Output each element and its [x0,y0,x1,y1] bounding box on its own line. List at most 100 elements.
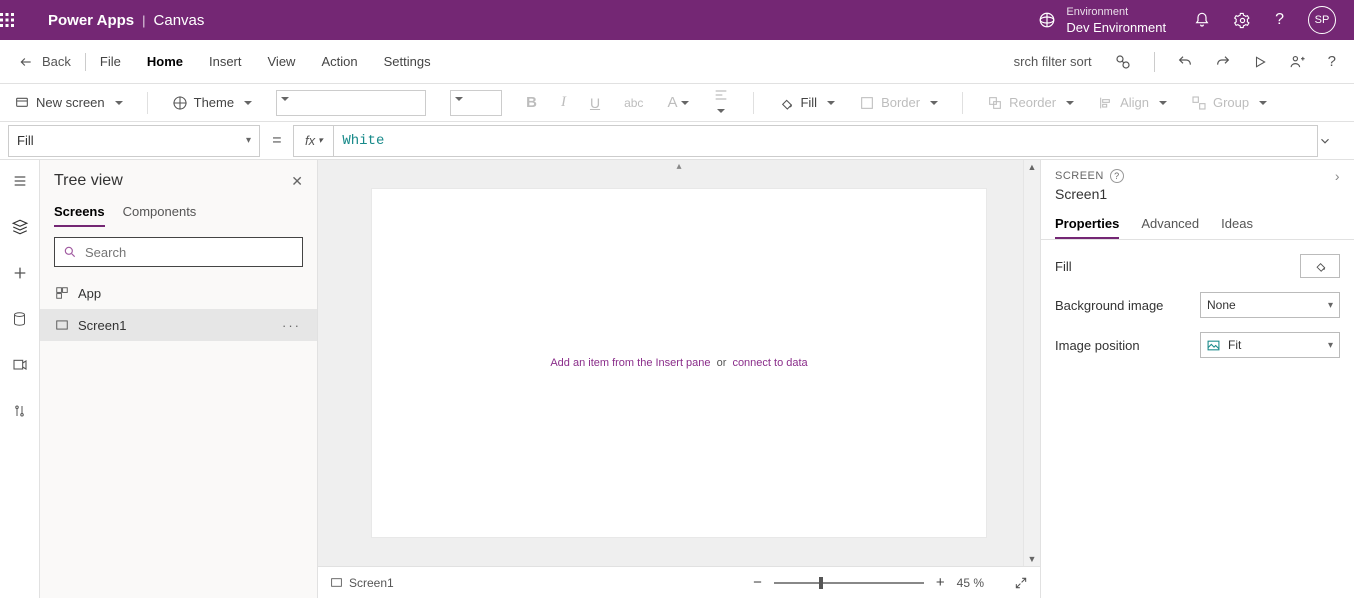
props-tab-advanced[interactable]: Advanced [1141,210,1199,239]
tree-search-input[interactable] [85,245,294,260]
formula-input[interactable] [333,125,1318,157]
props-tab-ideas[interactable]: Ideas [1221,210,1253,239]
property-selector-value: Fill [17,133,34,148]
rail-tools-icon[interactable] [11,402,29,420]
tree-search-box[interactable] [54,237,303,267]
menu-file[interactable]: File [100,54,121,69]
font-color-icon[interactable]: A [667,94,689,111]
rail-hamburger-icon[interactable] [11,172,29,190]
reorder-button[interactable]: Reorder [987,95,1074,111]
italic-icon[interactable]: I [561,94,566,111]
search-hint[interactable]: srch filter sort [1014,54,1092,69]
menu-view[interactable]: View [268,54,296,69]
tree-view-panel: Tree view ✕ Screens Components App Scree… [40,160,318,598]
reorder-label: Reorder [1009,95,1056,110]
canvas-hint-or: or [717,357,727,369]
rail-data-icon[interactable] [11,310,29,328]
popout-icon[interactable] [1014,576,1028,590]
underline-icon[interactable]: U [590,95,600,111]
menu-home[interactable]: Home [147,54,183,69]
scroll-down-icon[interactable]: ▼ [1028,554,1037,564]
border-button[interactable]: Border [859,95,938,111]
font-family-dropdown[interactable] [276,90,426,116]
left-rail [0,160,40,598]
environment-label: Environment [1066,5,1166,20]
tree-item-label: Screen1 [78,318,126,333]
undo-icon[interactable] [1177,54,1193,70]
prop-bg-image-value: None [1207,298,1236,312]
theme-button[interactable]: Theme [172,95,252,111]
tree-item-screen1[interactable]: Screen1 ··· [40,309,317,341]
canvas-connect-data-link[interactable]: connect to data [732,357,807,369]
rail-tree-view-icon[interactable] [11,218,29,236]
help-icon[interactable]: ? [1275,11,1284,29]
prop-fill-color-button[interactable] [1300,254,1340,278]
tree-item-app[interactable]: App [40,277,317,309]
tree-tab-screens[interactable]: Screens [54,204,105,227]
zoom-out-button[interactable]: − [753,574,762,591]
formula-expand-icon[interactable] [1318,134,1354,148]
preview-icon[interactable] [1253,55,1267,69]
tree-item-more-icon[interactable]: ··· [282,318,301,333]
back-button[interactable]: Back [18,54,71,69]
canvas-hint-pre: Add an item from the Insert pane [550,357,710,369]
canvas-area: ▴ Add an item from the Insert pane or co… [318,160,1040,598]
strikethrough-icon[interactable]: abc [624,96,643,110]
text-align-icon[interactable] [713,87,729,118]
share-icon[interactable] [1289,53,1306,70]
app-header: Power Apps | Canvas Environment Dev Envi… [0,0,1354,40]
app-launcher-icon[interactable] [0,13,48,27]
menu-action[interactable]: Action [321,54,357,69]
theme-icon [172,95,188,111]
new-screen-button[interactable]: New screen [14,95,123,111]
menu-insert[interactable]: Insert [209,54,242,69]
new-screen-label: New screen [36,95,105,110]
new-screen-icon [14,95,30,111]
rail-media-icon[interactable] [11,356,29,374]
props-collapse-icon[interactable]: › [1335,168,1340,184]
user-avatar[interactable]: SP [1308,6,1336,34]
reorder-icon [987,95,1003,111]
vertical-scrollbar[interactable]: ▲ ▼ [1023,160,1040,566]
chevron-down-icon: ▾ [1328,300,1333,311]
canvas-placeholder: Add an item from the Insert pane or conn… [550,357,807,369]
property-selector[interactable]: Fill ▾ [8,125,260,157]
help-small-icon[interactable]: ? [1328,53,1336,70]
fill-button[interactable]: Fill [778,95,835,111]
top-menu: Back File Home Insert View Action Settin… [0,40,1354,84]
canvas-collapse-icon[interactable]: ▴ [676,161,681,172]
environment-picker[interactable]: Environment Dev Environment [1038,5,1166,35]
group-button[interactable]: Group [1191,95,1267,111]
props-tab-properties[interactable]: Properties [1055,210,1119,239]
prop-image-position-dropdown[interactable]: Fit ▾ [1200,332,1340,358]
checker-icon[interactable] [1114,53,1132,71]
align-icon [1098,95,1114,111]
tree-view-title: Tree view [54,172,123,190]
prop-image-position-value: Fit [1228,338,1241,352]
settings-icon[interactable] [1234,12,1251,29]
equals-sign: = [272,132,281,150]
ribbon: New screen Theme B I U abc A Fill Border… [0,84,1354,122]
props-help-icon[interactable]: ? [1110,169,1124,183]
notifications-icon[interactable] [1194,12,1210,28]
scroll-up-icon[interactable]: ▲ [1028,162,1037,172]
theme-label: Theme [194,95,234,110]
prop-bg-image-dropdown[interactable]: None ▾ [1200,292,1340,318]
status-bar: Screen1 − + 45 % [318,566,1040,598]
canvas[interactable]: Add an item from the Insert pane or conn… [372,189,986,537]
border-label: Border [881,95,920,110]
zoom-controls: − + 45 % [753,574,1028,591]
redo-icon[interactable] [1215,54,1231,70]
menu-settings[interactable]: Settings [384,54,431,69]
rail-insert-icon[interactable] [11,264,29,282]
zoom-slider[interactable] [774,582,924,584]
tree-tab-components[interactable]: Components [123,204,197,227]
bold-icon[interactable]: B [526,94,537,111]
align-button[interactable]: Align [1098,95,1167,111]
zoom-in-button[interactable]: + [936,574,945,591]
tree-item-label: App [78,286,101,301]
app-icon [54,285,70,301]
font-size-dropdown[interactable] [450,90,502,116]
fx-button[interactable]: fx▾ [293,125,333,157]
tree-view-close-icon[interactable]: ✕ [291,173,303,190]
